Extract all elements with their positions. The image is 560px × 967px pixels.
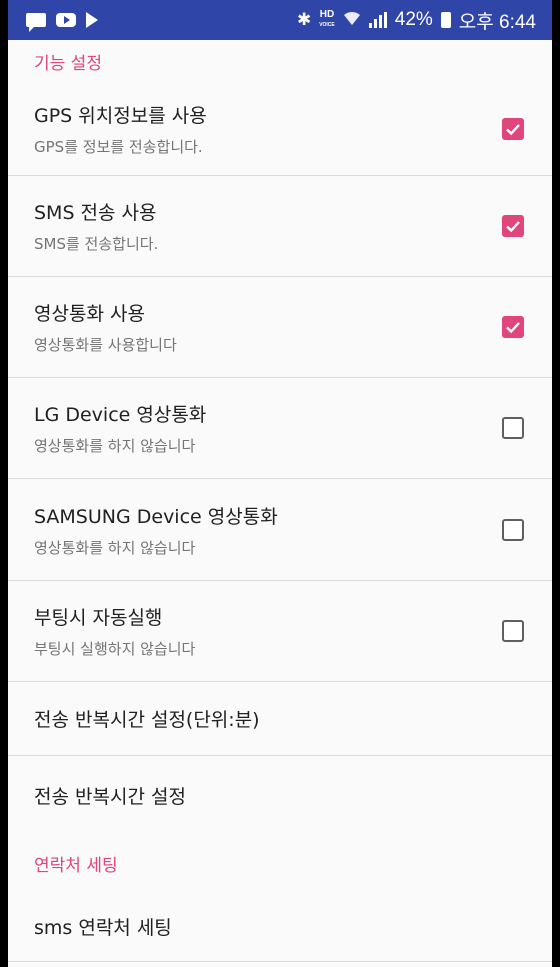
app-frame: ✱ HD VOICE 42% 오후 6:44 기능 설정 GPS 위치정보를 사용… bbox=[0, 0, 560, 967]
video-call-checkbox[interactable] bbox=[502, 316, 524, 338]
pref-samsung-video-call-title: SAMSUNG Device 영상통화 bbox=[34, 505, 278, 528]
check-icon bbox=[506, 221, 520, 233]
pref-interval-title: 전송 반복시간 설정 bbox=[34, 785, 186, 808]
gps-checkbox[interactable] bbox=[502, 117, 524, 140]
pref-sms-contacts-title: sms 연락처 세팅 bbox=[34, 917, 172, 939]
pref-interval-unit[interactable]: 전송 반복시간 설정(단위:분) bbox=[8, 682, 552, 756]
pref-gps[interactable]: GPS 위치정보를 사용 GPS를 정보를 전송합니다. bbox=[8, 82, 552, 176]
section-header-contact-settings: 연락처 세팅 bbox=[34, 855, 118, 876]
pref-gps-summary: GPS를 정보를 전송합니다. bbox=[34, 137, 203, 156]
notification-icons bbox=[26, 12, 98, 32]
pref-autostart-summary: 부팅시 실행하지 않습니다 bbox=[34, 640, 196, 658]
pref-sms-title: SMS 전송 사용 bbox=[34, 202, 157, 224]
sms-checkbox[interactable] bbox=[502, 215, 524, 237]
autostart-checkbox[interactable] bbox=[502, 620, 524, 642]
hd-sub-label: VOICE bbox=[319, 22, 335, 28]
pref-lg-video-call-summary: 영상통화를 하지 않습니다 bbox=[34, 437, 196, 455]
signal-icon bbox=[368, 12, 387, 28]
pref-interval-unit-title: 전송 반복시간 설정(단위:분) bbox=[34, 709, 260, 731]
pref-video-call-summary: 영상통화를 사용합니다 bbox=[34, 336, 177, 354]
pref-video-call[interactable]: 영상통화 사용 영상통화를 사용합니다 bbox=[8, 277, 552, 378]
check-icon bbox=[506, 322, 520, 334]
pref-sms-contacts[interactable]: sms 연락처 세팅 bbox=[8, 892, 552, 962]
hd-label: HD bbox=[319, 9, 335, 20]
wifi-icon bbox=[343, 10, 361, 31]
play-store-icon bbox=[86, 12, 98, 28]
pref-gps-title: GPS 위치정보를 사용 bbox=[34, 104, 207, 127]
check-icon bbox=[506, 123, 520, 135]
pref-samsung-video-call[interactable]: SAMSUNG Device 영상통화 영상통화를 하지 않습니다 bbox=[8, 479, 552, 581]
battery-percent: 42% bbox=[394, 9, 433, 30]
battery-icon bbox=[440, 12, 451, 28]
pref-lg-video-call[interactable]: LG Device 영상통화 영상통화를 하지 않습니다 bbox=[8, 378, 552, 479]
pref-autostart[interactable]: 부팅시 자동실행 부팅시 실행하지 않습니다 bbox=[8, 581, 552, 682]
message-icon bbox=[26, 13, 46, 32]
system-icons: ✱ HD VOICE 42% 오후 6:44 bbox=[297, 7, 536, 34]
clock: 오후 6:44 bbox=[458, 11, 536, 33]
youtube-icon bbox=[56, 13, 76, 27]
status-bar: ✱ HD VOICE 42% 오후 6:44 bbox=[8, 0, 552, 40]
samsung-video-call-checkbox[interactable] bbox=[502, 518, 524, 541]
bluetooth-icon: ✱ bbox=[296, 10, 312, 29]
hd-voice-icon: HD VOICE bbox=[319, 10, 335, 30]
pref-autostart-title: 부팅시 자동실행 bbox=[34, 607, 163, 629]
section-header-feature-settings: 기능 설정 bbox=[34, 53, 102, 74]
pref-sms-summary: SMS를 전송합니다. bbox=[34, 235, 159, 253]
pref-video-call-title: 영상통화 사용 bbox=[34, 303, 145, 325]
lg-video-call-checkbox[interactable] bbox=[502, 417, 524, 439]
pref-lg-video-call-title: LG Device 영상통화 bbox=[34, 404, 207, 426]
pref-sms[interactable]: SMS 전송 사용 SMS를 전송합니다. bbox=[8, 176, 552, 277]
pref-samsung-video-call-summary: 영상통화를 하지 않습니다 bbox=[34, 538, 196, 557]
pref-interval[interactable]: 전송 반복시간 설정 bbox=[8, 756, 552, 834]
